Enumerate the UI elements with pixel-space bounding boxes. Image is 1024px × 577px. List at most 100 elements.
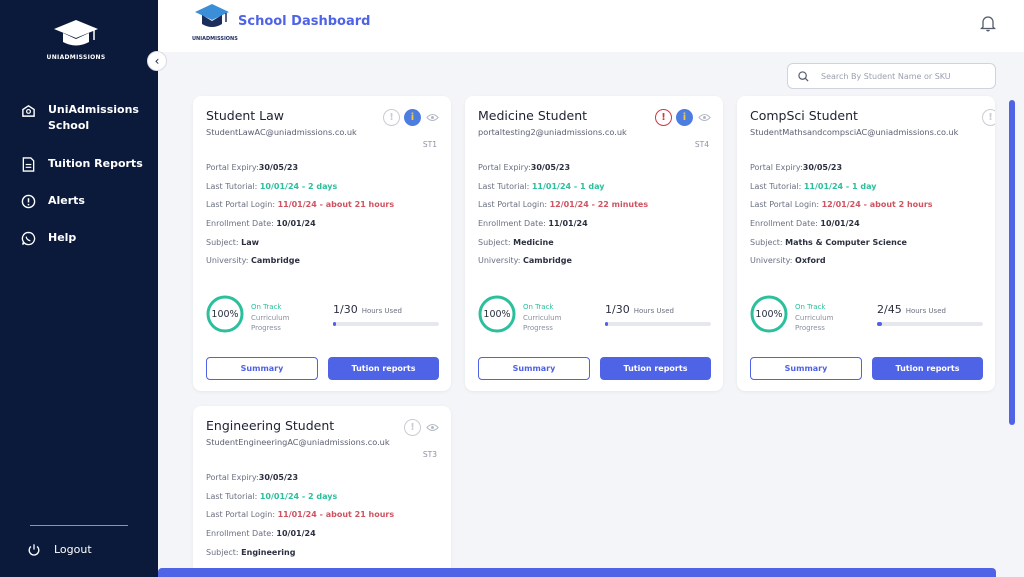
document-icon bbox=[20, 156, 36, 172]
hours-used: 1/30 Hours Used bbox=[333, 303, 402, 316]
student-code: ST4 bbox=[694, 140, 709, 149]
last-tutorial-row: Last Tutorial: 10/01/24 - 2 days bbox=[206, 492, 338, 501]
sidebar-item-label: UniAdmissions School bbox=[48, 103, 139, 132]
student-email: StudentEngineeringAC@uniadmissions.co.uk bbox=[206, 437, 390, 447]
sidebar-brand: UNIADMISSIONS bbox=[46, 54, 106, 61]
summary-button[interactable]: Summary bbox=[206, 357, 318, 380]
bottom-bar bbox=[158, 568, 996, 577]
info-icon[interactable]: i bbox=[676, 109, 693, 126]
search-input[interactable] bbox=[821, 71, 981, 81]
track-status: On Track bbox=[251, 303, 282, 311]
portal-expiry-row: Portal Expiry:30/05/23 bbox=[750, 163, 843, 172]
sidebar-item-tuition-reports[interactable]: Tuition Reports bbox=[20, 156, 143, 172]
tuition-reports-button[interactable]: Tution reports bbox=[600, 357, 711, 380]
subject-row: Subject: Engineering bbox=[206, 548, 296, 557]
sidebar-divider bbox=[30, 525, 128, 526]
enrollment-row: Enrollment Date: 11/01/24 bbox=[478, 219, 588, 228]
student-code: ST3 bbox=[422, 450, 437, 459]
subject-row: Subject: Medicine bbox=[478, 238, 554, 247]
student-card: Medicine Student portaltesting2@uniadmis… bbox=[465, 96, 723, 391]
progress-percent: 100% bbox=[483, 308, 511, 320]
search-icon bbox=[798, 67, 809, 86]
enrollment-row: Enrollment Date: 10/01/24 bbox=[206, 529, 316, 538]
graduation-cap-icon bbox=[195, 4, 229, 27]
enrollment-row: Enrollment Date: 10/01/24 bbox=[750, 219, 860, 228]
student-email: StudentLawAC@uniadmissions.co.uk bbox=[206, 127, 357, 137]
student-card: CompSci Student StudentMathsandcompsciAC… bbox=[737, 96, 995, 391]
notifications-bell-icon[interactable] bbox=[979, 14, 998, 32]
eye-icon[interactable] bbox=[425, 113, 439, 123]
university-row: University: Cambridge bbox=[206, 256, 300, 265]
last-tutorial-row: Last Tutorial: 11/01/24 - 1 day bbox=[750, 182, 877, 191]
card-actions: ! bbox=[404, 419, 439, 436]
collapse-sidebar-button[interactable]: ‹ bbox=[147, 51, 167, 71]
page-title: School Dashboard bbox=[238, 14, 371, 29]
header-brand: UNIADMISSIONS bbox=[192, 36, 238, 42]
hours-bar bbox=[877, 322, 983, 326]
progress-percent: 100% bbox=[755, 308, 783, 320]
track-status: On Track bbox=[795, 303, 826, 311]
university-row: University: Oxford bbox=[750, 256, 826, 265]
university-row: University: Cambridge bbox=[478, 256, 572, 265]
sidebar-item-label: Help bbox=[48, 231, 77, 244]
last-tutorial-row: Last Tutorial: 10/01/24 - 2 days bbox=[206, 182, 338, 191]
card-actions: ! i bbox=[655, 109, 711, 126]
hours-used: 1/30 Hours Used bbox=[605, 303, 674, 316]
header: UNIADMISSIONS School Dashboard bbox=[158, 0, 1024, 52]
logout-button[interactable]: Logout bbox=[26, 542, 92, 558]
chevron-left-icon: ‹ bbox=[154, 54, 160, 68]
student-card: Student Law StudentLawAC@uniadmissions.c… bbox=[193, 96, 451, 391]
card-actions: ! bbox=[982, 109, 995, 126]
subject-row: Subject: Maths & Computer Science bbox=[750, 238, 907, 247]
curriculum-label: Curriculum Progress bbox=[523, 314, 562, 332]
portal-expiry-row: Portal Expiry:30/05/23 bbox=[206, 473, 299, 482]
student-code: ST1 bbox=[422, 140, 437, 149]
last-tutorial-row: Last Tutorial: 11/01/24 - 1 day bbox=[478, 182, 605, 191]
student-name: Medicine Student bbox=[478, 108, 588, 123]
hours-bar bbox=[333, 322, 439, 326]
student-name: CompSci Student bbox=[750, 108, 858, 123]
eye-icon[interactable] bbox=[697, 113, 711, 123]
portal-expiry-row: Portal Expiry:30/05/23 bbox=[478, 163, 571, 172]
search-box[interactable] bbox=[787, 63, 996, 89]
sidebar-item-alerts[interactable]: Alerts bbox=[20, 193, 85, 209]
alert-icon[interactable]: ! bbox=[982, 109, 995, 126]
summary-button[interactable]: Summary bbox=[750, 357, 862, 380]
scrollbar-thumb[interactable] bbox=[1009, 100, 1015, 425]
tuition-reports-button[interactable]: Tution reports bbox=[872, 357, 983, 380]
last-login-row: Last Portal Login: 11/01/24 - about 21 h… bbox=[206, 200, 395, 209]
student-name: Engineering Student bbox=[206, 418, 335, 433]
eye-icon[interactable] bbox=[425, 423, 439, 433]
header-logo: UNIADMISSIONS bbox=[192, 2, 238, 42]
info-icon[interactable]: i bbox=[404, 109, 421, 126]
portal-expiry-row: Portal Expiry:30/05/23 bbox=[206, 163, 299, 172]
sidebar-item-label: Tuition Reports bbox=[48, 157, 143, 170]
alert-icon[interactable]: ! bbox=[655, 109, 672, 126]
student-email: portaltesting2@uniadmissions.co.uk bbox=[478, 127, 627, 137]
student-email: StudentMathsandcompsciAC@uniadmissions.c… bbox=[750, 127, 959, 137]
summary-button[interactable]: Summary bbox=[478, 357, 590, 380]
graduation-cap-icon bbox=[54, 20, 98, 46]
enrollment-row: Enrollment Date: 10/01/24 bbox=[206, 219, 316, 228]
tuition-reports-button[interactable]: Tution reports bbox=[328, 357, 439, 380]
card-actions: ! i bbox=[383, 109, 439, 126]
sidebar-item-label: Alerts bbox=[48, 194, 85, 207]
hours-fill bbox=[605, 322, 609, 326]
progress-percent: 100% bbox=[211, 308, 239, 320]
sidebar: UNIADMISSIONS UniAdmissions School Tuiti… bbox=[0, 0, 158, 577]
logout-label: Logout bbox=[54, 543, 92, 556]
subject-row: Subject: Law bbox=[206, 238, 260, 247]
alert-icon bbox=[20, 193, 36, 209]
student-name: Student Law bbox=[206, 108, 285, 123]
hours-bar bbox=[605, 322, 711, 326]
alert-icon[interactable]: ! bbox=[404, 419, 421, 436]
alert-icon[interactable]: ! bbox=[383, 109, 400, 126]
sidebar-logo: UNIADMISSIONS bbox=[46, 18, 106, 61]
sidebar-item-help[interactable]: Help bbox=[20, 230, 76, 246]
last-login-row: Last Portal Login: 11/01/24 - about 21 h… bbox=[206, 510, 395, 519]
hours-fill bbox=[333, 322, 337, 326]
sidebar-item-school[interactable]: UniAdmissions School bbox=[20, 102, 139, 134]
school-icon bbox=[20, 102, 36, 118]
hours-used: 2/45 Hours Used bbox=[877, 303, 946, 316]
hours-fill bbox=[877, 322, 882, 326]
